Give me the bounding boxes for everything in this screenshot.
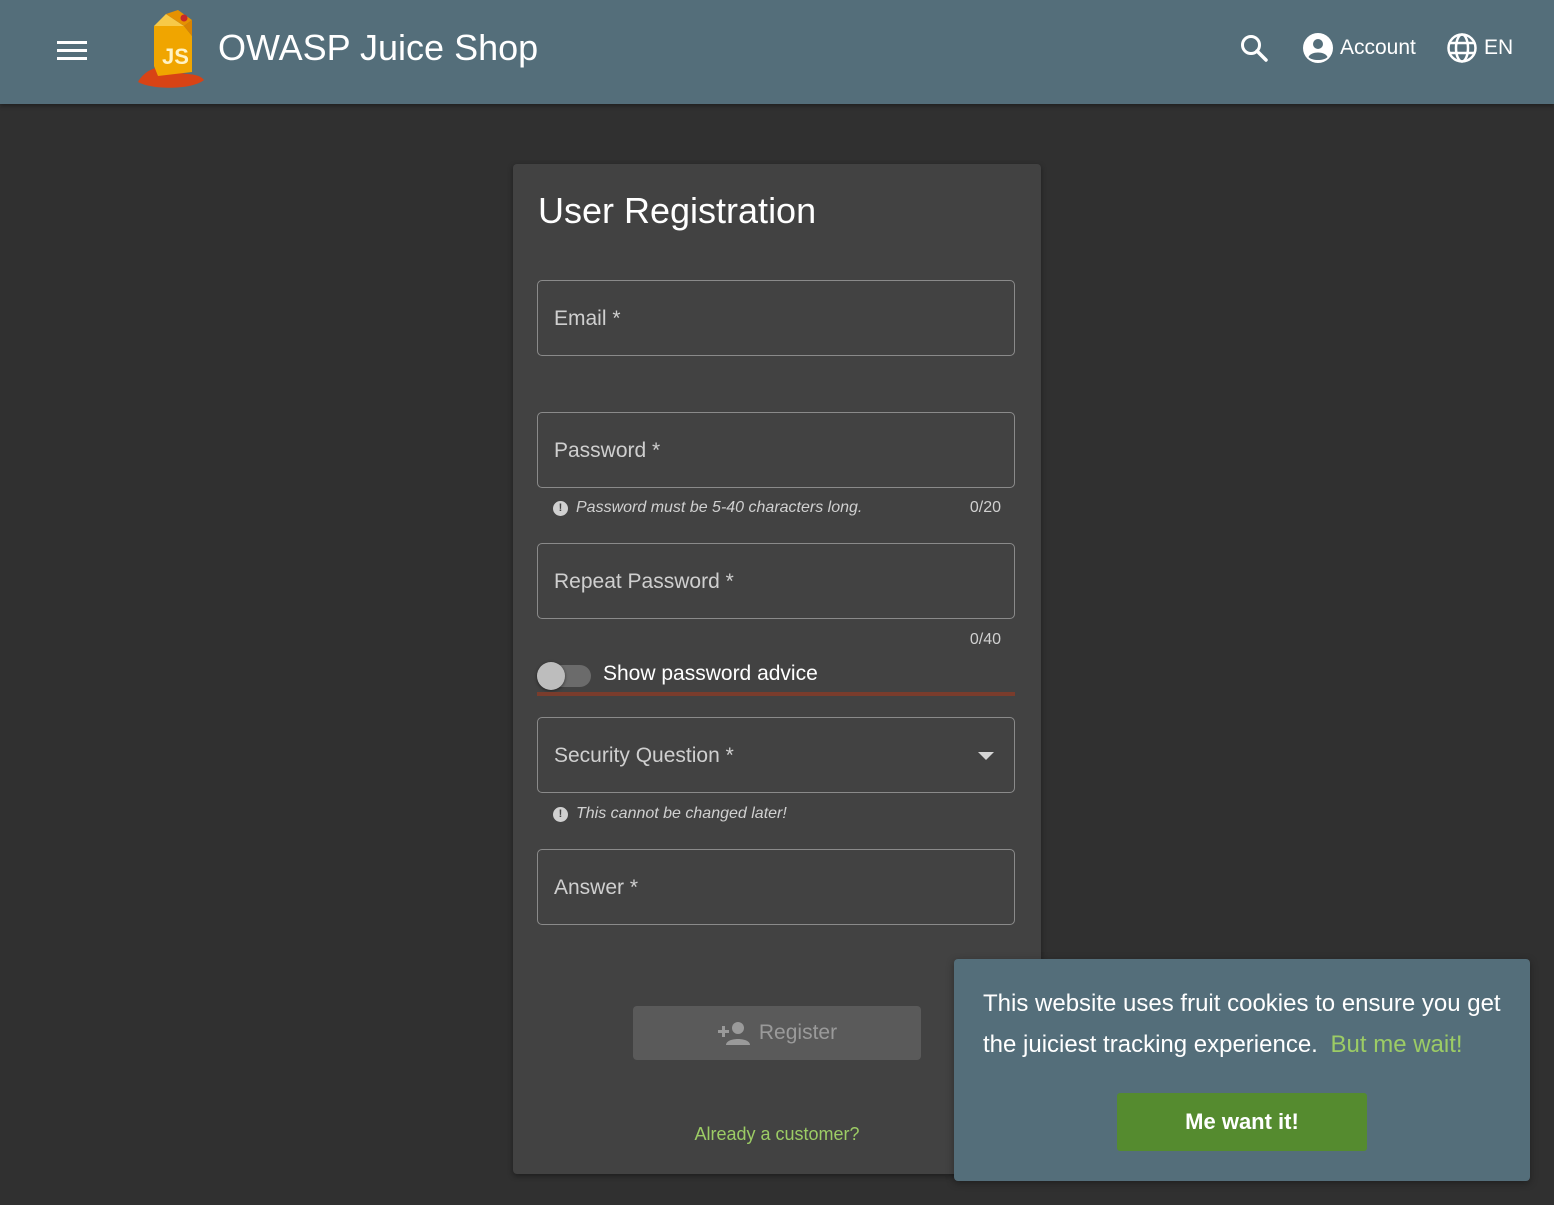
password-label: Password * [554,439,661,462]
toggle-label: Show password advice [603,662,818,685]
page-title: User Registration [538,190,817,231]
language-button[interactable]: EN [1446,28,1513,68]
security-question-hint-text: This cannot be changed later! [576,805,787,822]
password-advice-toggle-row: Show password advice [537,658,1015,694]
repeat-password-counter: 0/40 [969,631,1001,648]
security-question-label: Security Question * [554,744,734,767]
security-question-select[interactable]: Security Question * [537,717,1015,793]
cookie-accept-button[interactable]: Me want it! [1117,1093,1367,1151]
globe-icon [1447,33,1477,63]
info-icon: ! [553,500,568,516]
email-field[interactable]: Email * [537,280,1015,356]
search-button[interactable] [1232,28,1276,68]
person-add-icon [717,1022,750,1045]
hamburger-menu-icon [57,41,87,60]
password-field[interactable]: Password * [537,412,1015,488]
password-hint-text: Password must be 5-40 characters long. [576,499,863,516]
password-counter: 0/20 [969,499,1001,516]
answer-label: Answer * [554,876,639,899]
juice-shop-logo[interactable]: JS [132,6,208,90]
svg-text:JS: JS [162,44,189,69]
app-title[interactable]: OWASP Juice Shop [218,26,538,70]
register-button[interactable]: Register [633,1006,921,1060]
menu-button[interactable] [40,30,104,70]
repeat-password-field[interactable]: Repeat Password * [537,543,1015,619]
info-icon: ! [553,806,568,822]
password-hint: ! Password must be 5-40 characters long. [553,499,862,517]
repeat-password-label: Repeat Password * [554,570,734,593]
account-circle-icon [1303,33,1333,63]
top-toolbar: JS OWASP Juice Shop Account EN [0,0,1554,104]
account-label: Account [1340,36,1416,59]
account-button[interactable]: Account [1302,28,1416,68]
dropdown-arrow-icon [978,752,994,760]
security-question-hint: ! This cannot be changed later! [553,805,787,823]
toggle-thumb [537,662,565,690]
cookie-consent-banner: This website uses fruit cookies to ensur… [954,959,1530,1181]
cookie-message-block: This website uses fruit cookies to ensur… [983,983,1513,1065]
answer-field[interactable]: Answer * [537,849,1015,925]
password-advice-toggle[interactable] [537,662,591,690]
language-label: EN [1484,36,1514,59]
cookie-learn-more-link[interactable]: But me wait! [1331,1031,1463,1058]
search-icon [1241,35,1268,62]
password-strength-bar [537,692,1015,696]
register-label: Register [758,1021,838,1044]
email-label: Email * [554,307,621,330]
